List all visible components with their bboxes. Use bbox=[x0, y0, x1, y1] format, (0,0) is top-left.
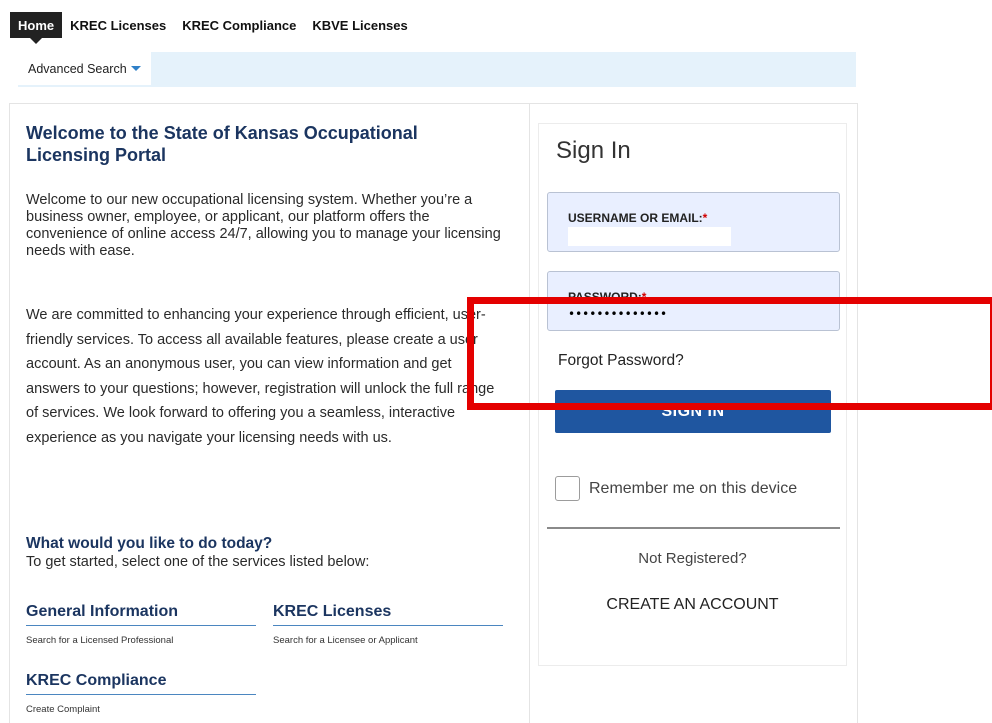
service-description-link[interactable]: Search for a Licensed Professional bbox=[26, 635, 256, 646]
tab-krec-licenses[interactable]: KREC Licenses bbox=[62, 12, 174, 38]
service-krec-licenses: KREC Licenses Search for a Licensee or A… bbox=[273, 603, 503, 646]
todo-subtitle: To get started, select one of the servic… bbox=[26, 554, 370, 570]
welcome-commitment: We are committed to enhancing your exper… bbox=[26, 307, 495, 446]
service-description-link[interactable]: Create Complaint bbox=[26, 704, 256, 715]
service-title-link[interactable]: KREC Compliance bbox=[26, 672, 256, 695]
tab-home[interactable]: Home bbox=[10, 12, 63, 44]
required-marker: * bbox=[702, 211, 708, 225]
service-general-information: General Information Search for a License… bbox=[26, 603, 256, 646]
tab-kbve-licenses[interactable]: KBVE Licenses bbox=[304, 12, 415, 38]
remember-me-label: Remember me on this device bbox=[589, 479, 798, 497]
todo-title: What would you like to do today? bbox=[26, 535, 273, 552]
card-divider bbox=[547, 527, 840, 529]
password-field: PASSWORD:* bbox=[547, 271, 840, 331]
sign-in-button[interactable]: SIGN IN bbox=[555, 390, 831, 433]
service-title-link[interactable]: KREC Licenses bbox=[273, 603, 503, 626]
username-label: USERNAME OR EMAIL:* bbox=[568, 211, 708, 225]
username-field: USERNAME OR EMAIL:* bbox=[547, 192, 840, 252]
welcome-title: Welcome to the State of Kansas Occupatio… bbox=[26, 123, 418, 165]
remember-me-checkbox[interactable] bbox=[555, 476, 580, 501]
service-krec-compliance: KREC Compliance Create Complaint bbox=[26, 672, 256, 715]
sub-nav: Advanced Search bbox=[18, 52, 856, 87]
create-account-link[interactable]: CREATE AN ACCOUNT bbox=[538, 596, 847, 614]
password-label: PASSWORD:* bbox=[568, 290, 647, 304]
welcome-intro: Welcome to our new occupational licensin… bbox=[26, 192, 501, 259]
service-description-link[interactable]: Search for a Licensee or Applicant bbox=[273, 635, 503, 646]
password-input[interactable] bbox=[568, 305, 688, 323]
signin-title: Sign In bbox=[556, 137, 631, 164]
tab-krec-compliance[interactable]: KREC Compliance bbox=[174, 12, 304, 38]
not-registered-text: Not Registered? bbox=[638, 550, 747, 567]
remember-me-option[interactable]: Remember me on this device bbox=[555, 476, 797, 501]
advanced-search-menu[interactable]: Advanced Search bbox=[18, 52, 151, 85]
service-title-link[interactable]: General Information bbox=[26, 603, 256, 626]
forgot-password-link[interactable]: Forgot Password? bbox=[558, 352, 684, 370]
top-nav: Home KREC Licenses KREC Compliance KBVE … bbox=[10, 12, 416, 44]
panel-divider bbox=[529, 103, 530, 723]
username-input[interactable] bbox=[568, 227, 731, 246]
advanced-search-label: Advanced Search bbox=[28, 61, 127, 76]
chevron-down-icon bbox=[130, 66, 141, 71]
required-marker: * bbox=[641, 290, 647, 304]
